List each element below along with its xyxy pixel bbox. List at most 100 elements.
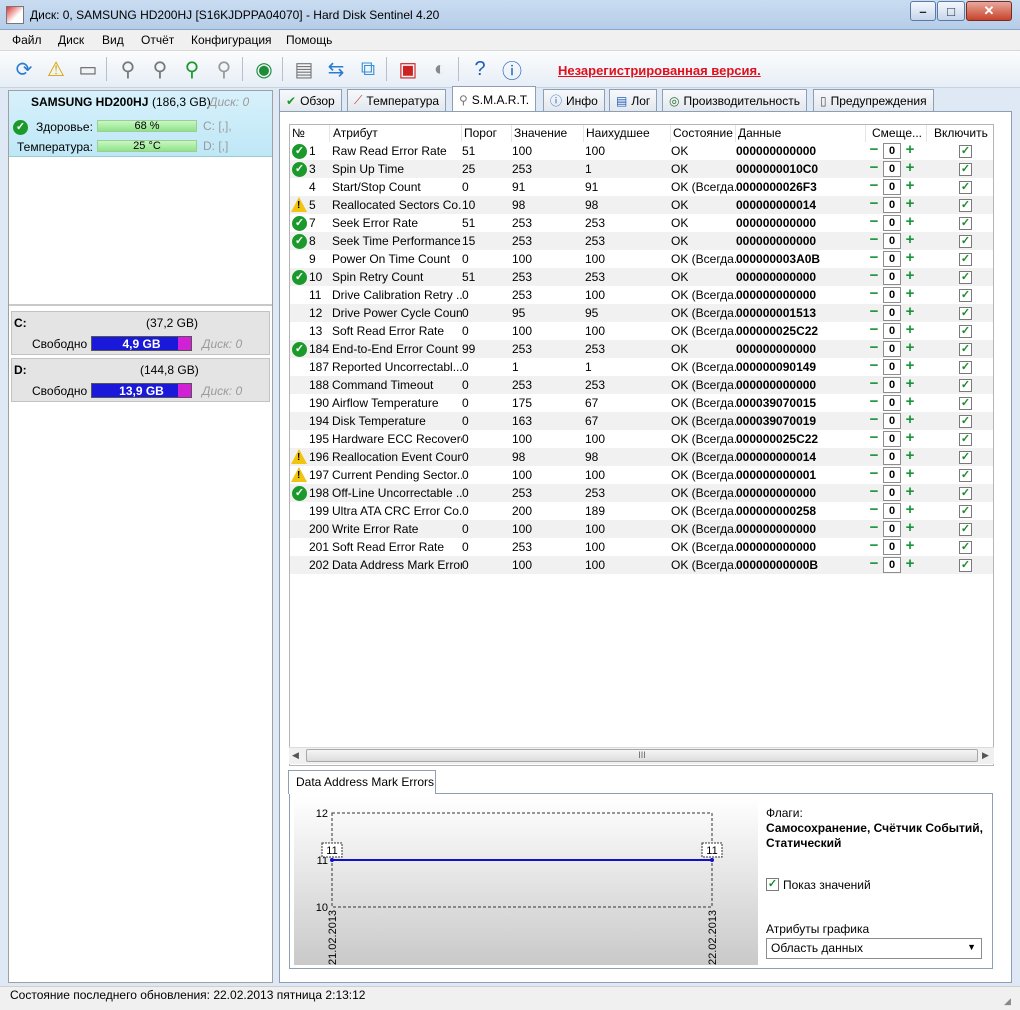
menu-configuration[interactable]: Конфигурация: [191, 33, 272, 47]
decrease-offset-button[interactable]: −: [866, 286, 882, 303]
column-header-attribute[interactable]: Атрибут: [330, 125, 462, 142]
menu-disk[interactable]: Диск: [58, 33, 84, 47]
decrease-offset-button[interactable]: −: [866, 142, 882, 159]
increase-offset-button[interactable]: +: [902, 358, 918, 375]
minimize-button[interactable]: –: [910, 1, 936, 21]
table-row[interactable]: ✓ 3 Spin Up Time 25 253 1 OK 0000000010C0−0 + ✓: [290, 160, 993, 178]
enable-checkbox[interactable]: ✓: [959, 181, 972, 194]
table-row[interactable]: 190Airflow Temperature 0 175 67 OK (Всегда..…: [290, 394, 993, 412]
offset-value[interactable]: 0: [883, 251, 901, 267]
tab-temperature[interactable]: ⟋ Температура: [347, 89, 447, 111]
offset-value[interactable]: 0: [883, 377, 901, 393]
decrease-offset-button[interactable]: −: [866, 484, 882, 501]
enable-checkbox[interactable]: ✓: [959, 199, 972, 212]
increase-offset-button[interactable]: +: [902, 286, 918, 303]
increase-offset-button[interactable]: +: [902, 556, 918, 573]
info-icon[interactable]: ⓘ: [497, 54, 527, 84]
decrease-offset-button[interactable]: −: [866, 358, 882, 375]
column-header-offset[interactable]: Смеще...: [866, 125, 927, 142]
offset-value[interactable]: 0: [883, 323, 901, 339]
tab-info[interactable]: ⓘ Инфо: [543, 89, 605, 111]
table-row[interactable]: 197Current Pending Sector...0100100OK (В…: [290, 466, 993, 484]
offset-value[interactable]: 0: [883, 485, 901, 501]
decrease-offset-button[interactable]: −: [866, 322, 882, 339]
decrease-offset-button[interactable]: −: [866, 430, 882, 447]
smart-attributes-table[interactable]: № Атрибут Порог Значение Наихудшее Состо…: [289, 124, 994, 766]
decrease-offset-button[interactable]: −: [866, 538, 882, 555]
increase-offset-button[interactable]: +: [902, 142, 918, 159]
decrease-offset-button[interactable]: −: [866, 304, 882, 321]
offset-value[interactable]: 0: [883, 431, 901, 447]
table-row[interactable]: 200Write Error Rate0100100OK (Всегда...0…: [290, 520, 993, 538]
enable-checkbox[interactable]: ✓: [959, 289, 972, 302]
table-row[interactable]: 196Reallocation Event Count09898OK (Всег…: [290, 448, 993, 466]
tab-performance[interactable]: ◎ Производительность: [662, 89, 807, 111]
column-header-worst[interactable]: Наихудшее: [584, 125, 671, 142]
increase-offset-button[interactable]: +: [902, 340, 918, 357]
column-header-number[interactable]: №: [290, 125, 330, 142]
table-row[interactable]: 9 Power On Time Count 0 100 100 OK (Всегда...…: [290, 250, 993, 268]
speaker-icon[interactable]: ◐: [425, 54, 455, 84]
table-row[interactable]: ✓ 184 End-to-End Error Count 99 253 253 OK 0000…: [290, 340, 993, 358]
offset-value[interactable]: 0: [883, 557, 901, 573]
decrease-offset-button[interactable]: −: [866, 466, 882, 483]
probe-ok-icon[interactable]: ⚲: [177, 54, 207, 84]
increase-offset-button[interactable]: +: [902, 520, 918, 537]
disk-icon[interactable]: ▭: [73, 54, 103, 84]
warning-icon[interactable]: ⚠: [41, 54, 71, 84]
menu-help[interactable]: Помощь: [286, 33, 332, 47]
increase-offset-button[interactable]: +: [902, 466, 918, 483]
offset-value[interactable]: 0: [883, 215, 901, 231]
enable-checkbox[interactable]: ✓: [959, 559, 972, 572]
decrease-offset-button[interactable]: −: [866, 250, 882, 267]
increase-offset-button[interactable]: +: [902, 196, 918, 213]
enable-checkbox[interactable]: ✓: [959, 163, 972, 176]
help-icon[interactable]: ?: [465, 54, 495, 84]
table-row[interactable]: 202 Data Address Mark Errors 0 100 100 OK (Вс…: [290, 556, 993, 574]
close-button[interactable]: ✕: [966, 1, 1012, 21]
offset-value[interactable]: 0: [883, 179, 901, 195]
decrease-offset-button[interactable]: −: [866, 196, 882, 213]
increase-offset-button[interactable]: +: [902, 412, 918, 429]
monitor-icon[interactable]: ▣: [393, 54, 423, 84]
enable-checkbox[interactable]: ✓: [959, 541, 972, 554]
menu-file[interactable]: Файл: [12, 33, 42, 47]
offset-value[interactable]: 0: [883, 305, 901, 321]
column-header-threshold[interactable]: Порог: [462, 125, 512, 142]
offset-value[interactable]: 0: [883, 539, 901, 555]
table-row[interactable]: 5Reallocated Sectors Co...109898OK000000…: [290, 196, 993, 214]
offset-value[interactable]: 0: [883, 467, 901, 483]
table-row[interactable]: 199 Ultra ATA CRC Error Co... 0 200 189 OK (В…: [290, 502, 993, 520]
resize-grip-icon[interactable]: ◢: [1004, 996, 1011, 1007]
decrease-offset-button[interactable]: −: [866, 448, 882, 465]
increase-offset-button[interactable]: +: [902, 160, 918, 177]
tab-smart[interactable]: ⚲ S.M.A.R.T.: [452, 86, 537, 112]
tab-overview[interactable]: ✔ Обзор: [279, 89, 342, 111]
unregistered-version-link[interactable]: Незарегистрированная версия.: [558, 63, 761, 78]
document-icon[interactable]: ▤: [289, 54, 319, 84]
decrease-offset-button[interactable]: −: [866, 232, 882, 249]
enable-checkbox[interactable]: ✓: [959, 415, 972, 428]
increase-offset-button[interactable]: +: [902, 502, 918, 519]
offset-value[interactable]: 0: [883, 161, 901, 177]
decrease-offset-button[interactable]: −: [866, 178, 882, 195]
decrease-offset-button[interactable]: −: [866, 340, 882, 357]
increase-offset-button[interactable]: +: [902, 538, 918, 555]
table-row[interactable]: 195 Hardware ECC Recovered 0 100 100 OK (Всег…: [290, 430, 993, 448]
enable-checkbox[interactable]: ✓: [959, 343, 972, 356]
offset-value[interactable]: 0: [883, 269, 901, 285]
enable-checkbox[interactable]: ✓: [959, 523, 972, 536]
enable-checkbox[interactable]: ✓: [959, 235, 972, 248]
offset-value[interactable]: 0: [883, 413, 901, 429]
table-row[interactable]: 11 Drive Calibration Retry ... 0 253 100 OK (…: [290, 286, 993, 304]
column-header-value[interactable]: Значение: [512, 125, 584, 142]
column-header-status[interactable]: Состояние: [671, 125, 736, 142]
show-values-checkbox[interactable]: ✓: [766, 878, 779, 891]
offset-value[interactable]: 0: [883, 143, 901, 159]
sync-icon[interactable]: ⇆: [321, 54, 351, 84]
enable-checkbox[interactable]: ✓: [959, 379, 972, 392]
increase-offset-button[interactable]: +: [902, 376, 918, 393]
offset-value[interactable]: 0: [883, 449, 901, 465]
table-row[interactable]: ✓ 10 Spin Retry Count 51 253 253 OK 00000000000…: [290, 268, 993, 286]
table-row[interactable]: ✓ 1 Raw Read Error Rate 51 100 100 OK 000000000…: [290, 142, 993, 160]
